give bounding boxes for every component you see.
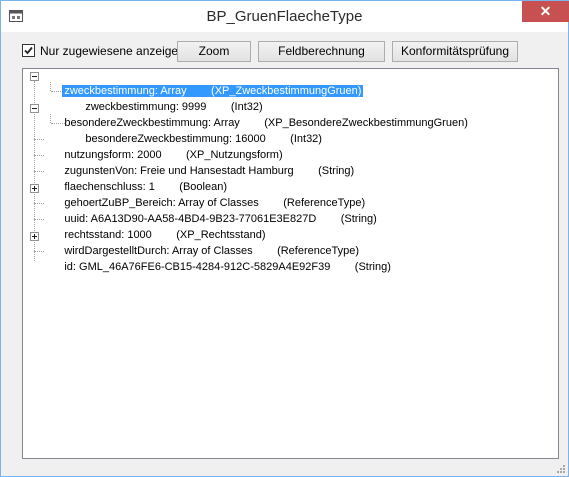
konformitaetspruefung-button[interactable]: Konformitätsprüfung: [392, 41, 518, 62]
title-bar[interactable]: BP_GruenFlaecheType ✕: [1, 1, 569, 32]
assigned-only-checkbox[interactable]: [22, 44, 35, 57]
tree-leaf-connector: [34, 203, 44, 204]
checkmark-icon: [24, 46, 33, 55]
attribute-tree[interactable]: zweckbestimmung: Array (XP_Zweckbestimmu…: [22, 68, 559, 459]
tree-leaf-connector: [34, 155, 44, 156]
expand-icon[interactable]: [30, 232, 39, 241]
tree-node-besonderezweckbestimmung[interactable]: besondereZweckbestimmung: Array (XP_Beso…: [44, 101, 470, 129]
tree-leaf-connector: [34, 251, 44, 252]
expand-icon[interactable]: [30, 184, 39, 193]
collapse-icon[interactable]: [30, 72, 39, 81]
tree-node-uuid[interactable]: uuid: A6A13D90-AA58-4BD4-9B23-77061E3E82…: [44, 197, 379, 225]
tree-node-flaechenschluss[interactable]: flaechenschluss: 1 (Boolean): [44, 165, 229, 193]
feldberechnung-button[interactable]: Feldberechnung: [258, 41, 385, 62]
tree-node-zweckbestimmung-value[interactable]: zweckbestimmung: 9999 (Int32): [65, 85, 265, 113]
close-button[interactable]: ✕: [522, 1, 569, 22]
tree-leaf-connector: [34, 139, 44, 140]
assigned-only-toggle[interactable]: Nur zugewiesene anzeigen: [22, 42, 185, 59]
tree-node-rechtsstand[interactable]: rechtsstand: 1000 (XP_Rechtsstand): [44, 213, 268, 241]
tree-node-besonderezweckbestimmung-value[interactable]: besondereZweckbestimmung: 16000 (Int32): [65, 117, 324, 145]
assigned-only-label: Nur zugewiesene anzeigen: [40, 43, 185, 58]
tree-node-zugunstenvon[interactable]: zugunstenVon: Freie und Hansestadt Hambu…: [44, 149, 356, 177]
tree-node-wirddargestelltdurch[interactable]: wirdDargestelltDurch: Array of Classes (…: [44, 229, 361, 257]
window-title: BP_GruenFlaecheType: [206, 8, 363, 25]
tree-leaf-connector: [34, 219, 44, 220]
zoom-button[interactable]: Zoom: [177, 41, 251, 62]
dialog-window: BP_GruenFlaecheType ✕ Nur zugewiesene an…: [0, 0, 569, 477]
resize-grip-icon[interactable]: [555, 463, 565, 473]
tree-node-label: id: GML_46A76FE6-CB15-4284-912C-5829A4E9…: [64, 261, 391, 273]
tree-node-nutzungsform[interactable]: nutzungsform: 2000 (XP_Nutzungsform): [44, 133, 285, 161]
collapse-icon[interactable]: [30, 104, 39, 113]
tree-node-gehoertzubp-bereich[interactable]: gehoertZuBP_Bereich: Array of Classes (R…: [44, 181, 367, 209]
tree-leaf-connector: [34, 171, 44, 172]
tree-node-zweckbestimmung[interactable]: zweckbestimmung: Array (XP_Zweckbestimmu…: [44, 69, 364, 97]
tree-node-id[interactable]: id: GML_46A76FE6-CB15-4284-912C-5829A4E9…: [44, 245, 393, 273]
